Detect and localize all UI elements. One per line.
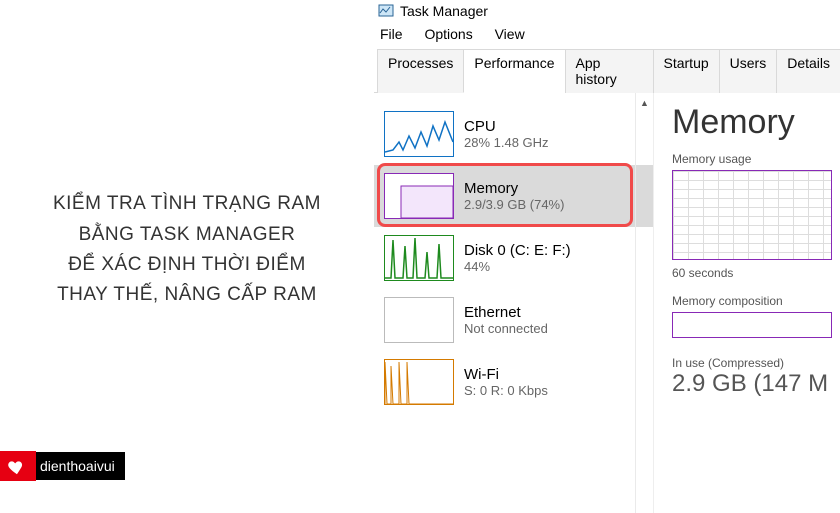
menu-view[interactable]: View — [495, 26, 525, 42]
ethernet-sub: Not connected — [464, 321, 548, 336]
watermark-logo — [0, 451, 36, 481]
task-manager-window: Task Manager File Options View Processes… — [374, 0, 840, 500]
tab-bar: Processes Performance App history Startu… — [374, 48, 840, 93]
instruction-line: ĐỂ XÁC ĐỊNH THỜI ĐIỂM — [53, 250, 321, 280]
instruction-line: KIỂM TRA TÌNH TRẠNG RAM — [53, 189, 321, 219]
memory-title: Memory — [464, 180, 564, 197]
instruction-text: KIỂM TRA TÌNH TRẠNG RAM BẰNG TASK MANAGE… — [53, 189, 321, 311]
tab-users[interactable]: Users — [719, 49, 778, 93]
tab-startup[interactable]: Startup — [653, 49, 720, 93]
in-use-block: In use (Compressed) 2.9 GB (147 M — [672, 356, 840, 398]
tab-app-history[interactable]: App history — [565, 49, 654, 93]
disk-thumb-icon — [384, 235, 454, 281]
memory-usage-chart — [672, 170, 832, 260]
cpu-thumb-icon — [384, 111, 454, 157]
in-use-value: 2.9 GB (147 M — [672, 370, 840, 398]
handshake-icon — [6, 455, 28, 477]
menu-options[interactable]: Options — [424, 26, 472, 42]
ethernet-thumb-icon — [384, 297, 454, 343]
scroll-up-icon[interactable]: ▲ — [636, 93, 653, 113]
category-disk[interactable]: Disk 0 (C: E: F:) 44% — [374, 227, 653, 289]
category-wifi[interactable]: Wi-Fi S: 0 R: 0 Kbps — [374, 351, 653, 413]
detail-pane: Memory Memory usage 60 seconds Memory co… — [654, 93, 840, 513]
menu-bar: File Options View — [374, 22, 840, 48]
window-titlebar: Task Manager — [374, 0, 840, 22]
wifi-title: Wi-Fi — [464, 366, 548, 383]
instruction-line: BẰNG TASK MANAGER — [53, 220, 321, 250]
memory-thumb-icon — [384, 173, 454, 219]
in-use-label: In use (Compressed) — [672, 356, 840, 370]
timescale-label: 60 seconds — [672, 266, 840, 280]
menu-file[interactable]: File — [380, 26, 403, 42]
tab-details[interactable]: Details — [776, 49, 840, 93]
instruction-line: THAY THẾ, NÂNG CẤP RAM — [53, 280, 321, 310]
category-ethernet[interactable]: Ethernet Not connected — [374, 289, 653, 351]
wifi-sub: S: 0 R: 0 Kbps — [464, 383, 548, 398]
category-list: CPU 28% 1.48 GHz Memory 2.9/3.9 GB (74%) — [374, 93, 654, 513]
composition-label: Memory composition — [672, 294, 840, 308]
tab-processes[interactable]: Processes — [377, 49, 464, 93]
performance-content: CPU 28% 1.48 GHz Memory 2.9/3.9 GB (74%) — [374, 93, 840, 513]
watermark: dienthoaivui — [0, 450, 125, 482]
category-cpu[interactable]: CPU 28% 1.48 GHz — [374, 103, 653, 165]
task-manager-icon — [378, 3, 394, 19]
window-title: Task Manager — [400, 3, 488, 19]
cpu-title: CPU — [464, 118, 549, 135]
disk-title: Disk 0 (C: E: F:) — [464, 242, 571, 259]
tab-performance[interactable]: Performance — [463, 49, 565, 93]
watermark-text: dienthoaivui — [36, 452, 125, 480]
usage-label: Memory usage — [672, 152, 840, 166]
disk-sub: 44% — [464, 259, 571, 274]
cpu-sub: 28% 1.48 GHz — [464, 135, 549, 150]
scrollbar[interactable]: ▲ — [635, 93, 653, 513]
memory-sub: 2.9/3.9 GB (74%) — [464, 197, 564, 212]
detail-title: Memory — [672, 103, 840, 142]
ethernet-title: Ethernet — [464, 304, 548, 321]
wifi-thumb-icon — [384, 359, 454, 405]
instruction-panel: KIỂM TRA TÌNH TRẠNG RAM BẰNG TASK MANAGE… — [0, 0, 374, 500]
category-memory[interactable]: Memory 2.9/3.9 GB (74%) — [374, 165, 653, 227]
memory-composition-bar — [672, 312, 832, 338]
